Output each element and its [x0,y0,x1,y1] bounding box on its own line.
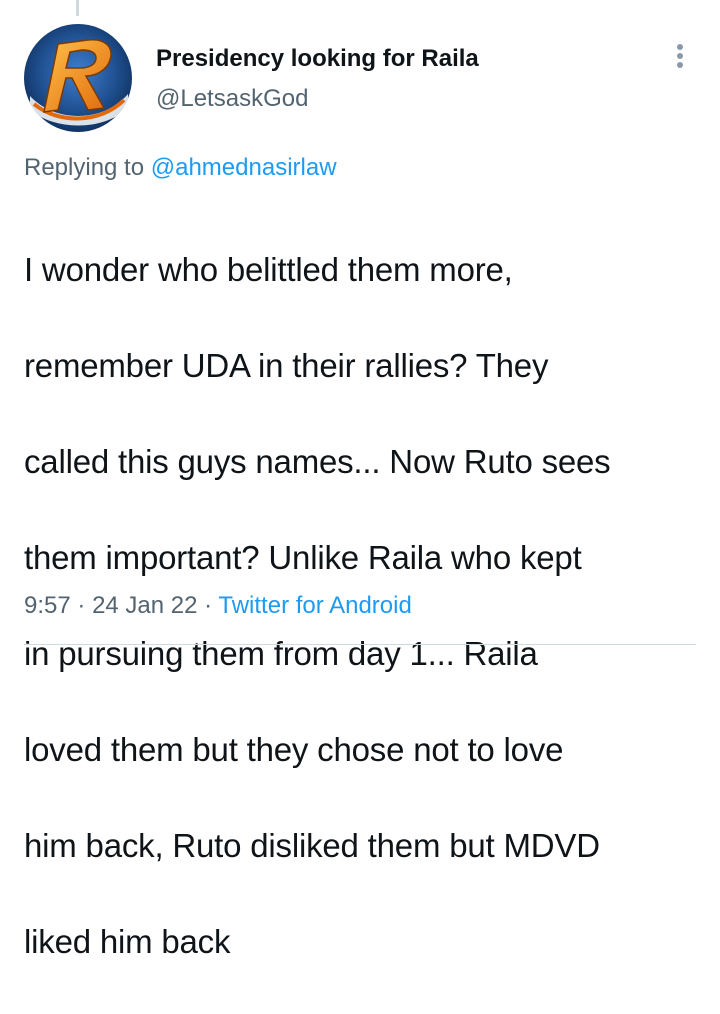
more-vertical-icon-dot [677,62,683,68]
tweet-text-line: him back, Ruto disliked them but MDVD [24,827,600,864]
tweet-text-line: loved them but they chose not to love [24,731,564,768]
tweet-text-line: in pursuing them from day 1... Raila [24,635,538,672]
author-display-name[interactable]: Presidency looking for Raila [156,44,479,74]
tweet-text-line: liked him back [24,923,231,960]
replying-to-label: Replying to [24,154,145,181]
tweet-source-link[interactable]: Twitter for Android [218,592,411,619]
thread-connector-line [76,0,79,16]
tweet-text-line: them important? Unlike Raila who kept [24,539,582,576]
tweet-time[interactable]: 9:57 [24,592,71,619]
avatar[interactable] [24,24,132,132]
more-options-button[interactable] [664,38,696,74]
tweet-meta: 9:57 · 24 Jan 22 · Twitter for Android [24,591,412,621]
more-vertical-icon-dot [677,44,683,50]
meta-separator: · [204,592,213,619]
tweet-text-line: I wonder who belittled them more, [24,251,513,288]
author-handle[interactable]: @LetsaskGod [156,84,308,114]
tweet-date[interactable]: 24 Jan 22 [92,592,197,619]
avatar-logo-icon [24,24,132,132]
divider [24,644,696,645]
replying-to-line: Replying to @ahmednasirlaw [24,153,337,183]
more-vertical-icon-dot [677,53,683,59]
tweet-text-line: remember UDA in their rallies? They [24,347,549,384]
tweet-text-line: called this guys names... Now Ruto sees [24,443,611,480]
meta-separator: · [77,592,86,619]
replying-to-mention-link[interactable]: @ahmednasirlaw [151,154,337,181]
